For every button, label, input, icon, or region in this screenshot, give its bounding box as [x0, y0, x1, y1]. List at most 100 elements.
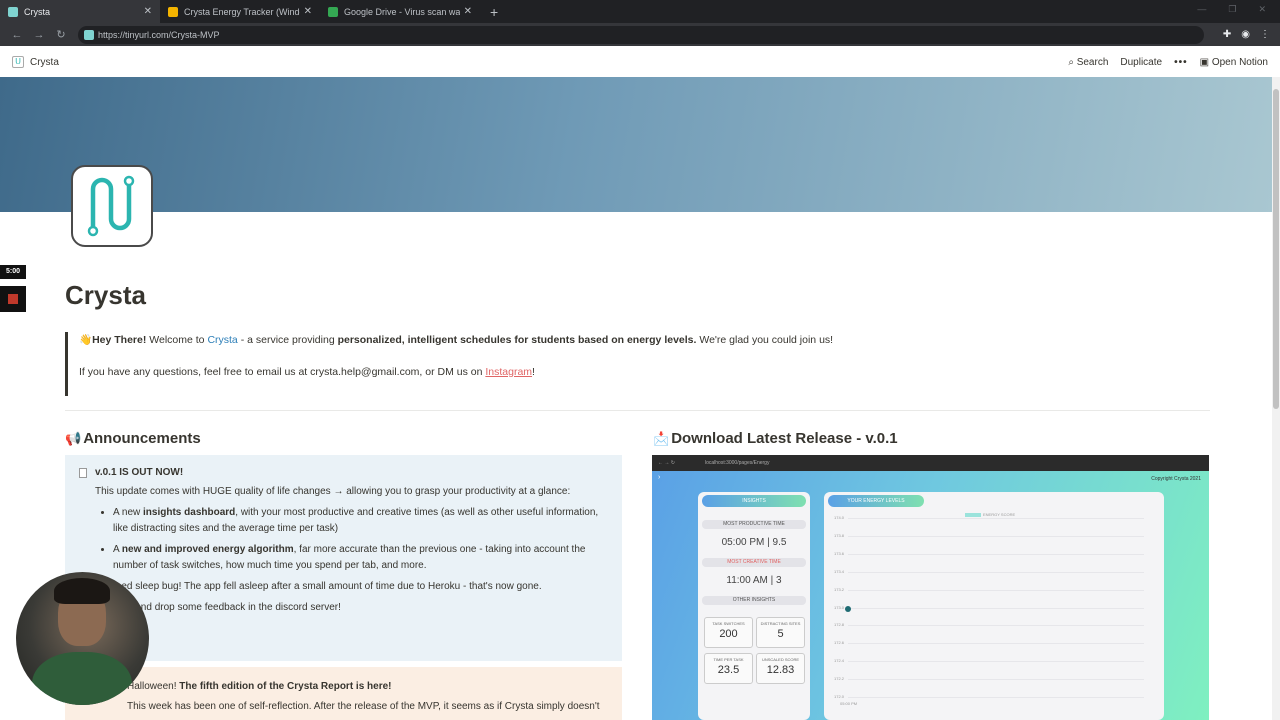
url-text: https://tinyurl.com/Crysta-MVP — [98, 29, 220, 40]
browser-tabstrip: Crysta ✕ Crysta Energy Tracker (Windows.… — [0, 0, 1280, 23]
crysta-logo-icon — [87, 175, 135, 237]
gridline — [848, 643, 1144, 645]
divider — [65, 410, 1210, 411]
y-tick-label: 173.0 — [834, 604, 845, 610]
gridline — [848, 697, 1144, 698]
close-window-icon[interactable]: ✕ — [1258, 4, 1266, 15]
insight-tile: TASK SWITCHES 200 — [704, 617, 753, 648]
search-icon: ⌕ — [1068, 56, 1074, 68]
energy-pill: YOUR ENERGY LEVELS — [828, 495, 924, 507]
inbox-icon: 📩 — [653, 431, 670, 446]
y-tick-label: 173.6 — [834, 550, 845, 556]
energy-panel — [824, 492, 1164, 720]
stop-icon — [8, 294, 18, 304]
gridline — [848, 661, 1144, 663]
reload-icon[interactable]: ↻ — [50, 28, 72, 41]
gridline — [848, 553, 1144, 555]
gridline — [848, 625, 1144, 627]
x-tick-label: 05:00 PM — [840, 701, 858, 706]
page-title[interactable]: Crysta — [65, 280, 146, 311]
extensions-icon[interactable]: ✚ — [1223, 29, 1231, 40]
site-favicon-icon — [84, 29, 94, 40]
welcome-text: 👋Hey There! Welcome to Crysta - a servic… — [79, 334, 834, 346]
menu-icon[interactable]: ⋮ — [1260, 29, 1270, 40]
gridline — [848, 607, 1144, 609]
list-item: ...ed sleep bug! The app fell asleep aft… — [113, 581, 542, 592]
download-heading: 📩 Download Latest Release - v.0.1 — [653, 430, 898, 447]
tab-title: Crysta — [24, 6, 51, 17]
scrollbar-thumb[interactable] — [1273, 89, 1279, 409]
new-tab-icon[interactable]: + — [480, 0, 508, 23]
duplicate-button[interactable]: Duplicate — [1120, 57, 1162, 68]
crysta-link[interactable]: Crysta — [207, 334, 237, 346]
address-bar[interactable]: https://tinyurl.com/Crysta-MVP — [78, 25, 1204, 44]
gridline — [848, 571, 1144, 573]
page-cover-image — [0, 77, 1272, 212]
close-tab-icon[interactable]: ✕ — [304, 6, 312, 17]
close-tab-icon[interactable]: ✕ — [144, 6, 152, 17]
insight-tile: DISTRACTING SITES 5 — [756, 617, 805, 648]
list-item: ...ut, and drop some feedback in the dis… — [113, 602, 341, 613]
drive-favicon-icon — [168, 6, 178, 17]
announcement-heading: v.0.1 IS OUT NOW! — [79, 465, 612, 481]
y-tick-label: 173.8 — [834, 532, 845, 538]
back-icon[interactable]: ← — [6, 29, 28, 41]
announcement-card[interactable]: Halloween! The fifth edition of the Crys… — [65, 667, 622, 720]
y-tick-label: 174.0 — [834, 515, 845, 520]
y-tick-label: 172.0 — [834, 694, 845, 699]
restore-icon[interactable]: ❐ — [1228, 4, 1236, 15]
page-scrollbar[interactable] — [1272, 77, 1280, 720]
other-insights-label: OTHER INSIGHTS — [702, 596, 806, 605]
stop-recording-button[interactable] — [0, 286, 26, 312]
gridline — [848, 589, 1144, 591]
close-tab-icon[interactable]: ✕ — [464, 6, 472, 17]
notion-favicon-icon — [8, 6, 18, 17]
y-tick-label: 173.2 — [834, 586, 845, 592]
search-button[interactable]: ⌕ Search — [1068, 57, 1108, 68]
more-options-icon[interactable]: ••• — [1174, 57, 1188, 68]
app-screenshot-image[interactable]: ← → ↻ localhost:3000/pages/Energy Copyrig… — [652, 455, 1209, 720]
open-notion-button[interactable]: ▣ Open Notion — [1200, 57, 1268, 68]
tab-title: Google Drive - Virus scan warnin... — [344, 6, 460, 17]
screenshot-urlbar: ← → ↻ localhost:3000/pages/Energy — [652, 455, 1209, 471]
drive-favicon-icon — [328, 6, 338, 17]
recording-timer: 5:00 — [0, 265, 26, 279]
profile-icon[interactable]: ◉ — [1241, 29, 1250, 40]
instagram-link[interactable]: Instagram — [485, 366, 532, 378]
gridline — [848, 518, 1144, 519]
page-doc-icon — [79, 468, 87, 478]
list-item: A new insights dashboard, with your most… — [113, 505, 612, 537]
announcements-heading: 📢 Announcements — [65, 430, 201, 447]
list-item: A new and improved energy algorithm, far… — [113, 542, 612, 574]
most-creative-value: 11:00 AM | 3 — [726, 575, 782, 586]
contact-text: If you have any questions, feel free to … — [79, 366, 535, 378]
insights-pill: INSIGHTS — [702, 495, 806, 507]
legend-swatch — [965, 512, 981, 517]
tab-google-drive[interactable]: Google Drive - Virus scan warnin... ✕ — [320, 0, 480, 23]
presenter-hair — [54, 578, 110, 604]
minimize-icon[interactable]: — — [1197, 4, 1206, 15]
chart-data-point — [845, 606, 851, 612]
welcome-callout: 👋Hey There! Welcome to Crysta - a servic… — [65, 332, 895, 396]
notion-topbar: Ս Crysta ⌕ Search Duplicate ••• ▣ Open N… — [0, 47, 1280, 77]
gridline — [848, 679, 1144, 681]
tab-crysta[interactable]: Crysta ✕ — [0, 0, 160, 23]
notion-logo-icon: ▣ — [1199, 56, 1210, 68]
megaphone-icon: 📢 — [65, 431, 82, 446]
announcement-text: This week has been one of self-reflectio… — [127, 701, 600, 712]
gridline — [848, 535, 1144, 537]
tab-energy-tracker[interactable]: Crysta Energy Tracker (Windows... ✕ — [160, 0, 320, 23]
page-icon[interactable] — [71, 165, 153, 247]
insight-tile: UNSCALED SCORE 12.83 — [756, 653, 805, 684]
y-tick-label: 173.4 — [834, 568, 845, 574]
announcement-heading: Halloween! The fifth edition of the Crys… — [127, 681, 392, 692]
y-tick-label: 172.2 — [834, 676, 845, 682]
most-productive-value: 05:00 PM | 9.5 — [721, 537, 787, 548]
forward-icon[interactable]: → — [28, 29, 50, 41]
workspace-breadcrumb[interactable]: Crysta — [30, 57, 59, 68]
y-tick-label: 172.6 — [834, 640, 845, 646]
copyright-text: Copyright Crysta 2021 — [1151, 476, 1201, 482]
chart-legend: ENERGY SCORE — [965, 512, 1015, 517]
most-productive-label: MOST PRODUCTIVE TIME — [702, 520, 806, 529]
most-creative-label: MOST CREATIVE TIME — [702, 558, 806, 567]
